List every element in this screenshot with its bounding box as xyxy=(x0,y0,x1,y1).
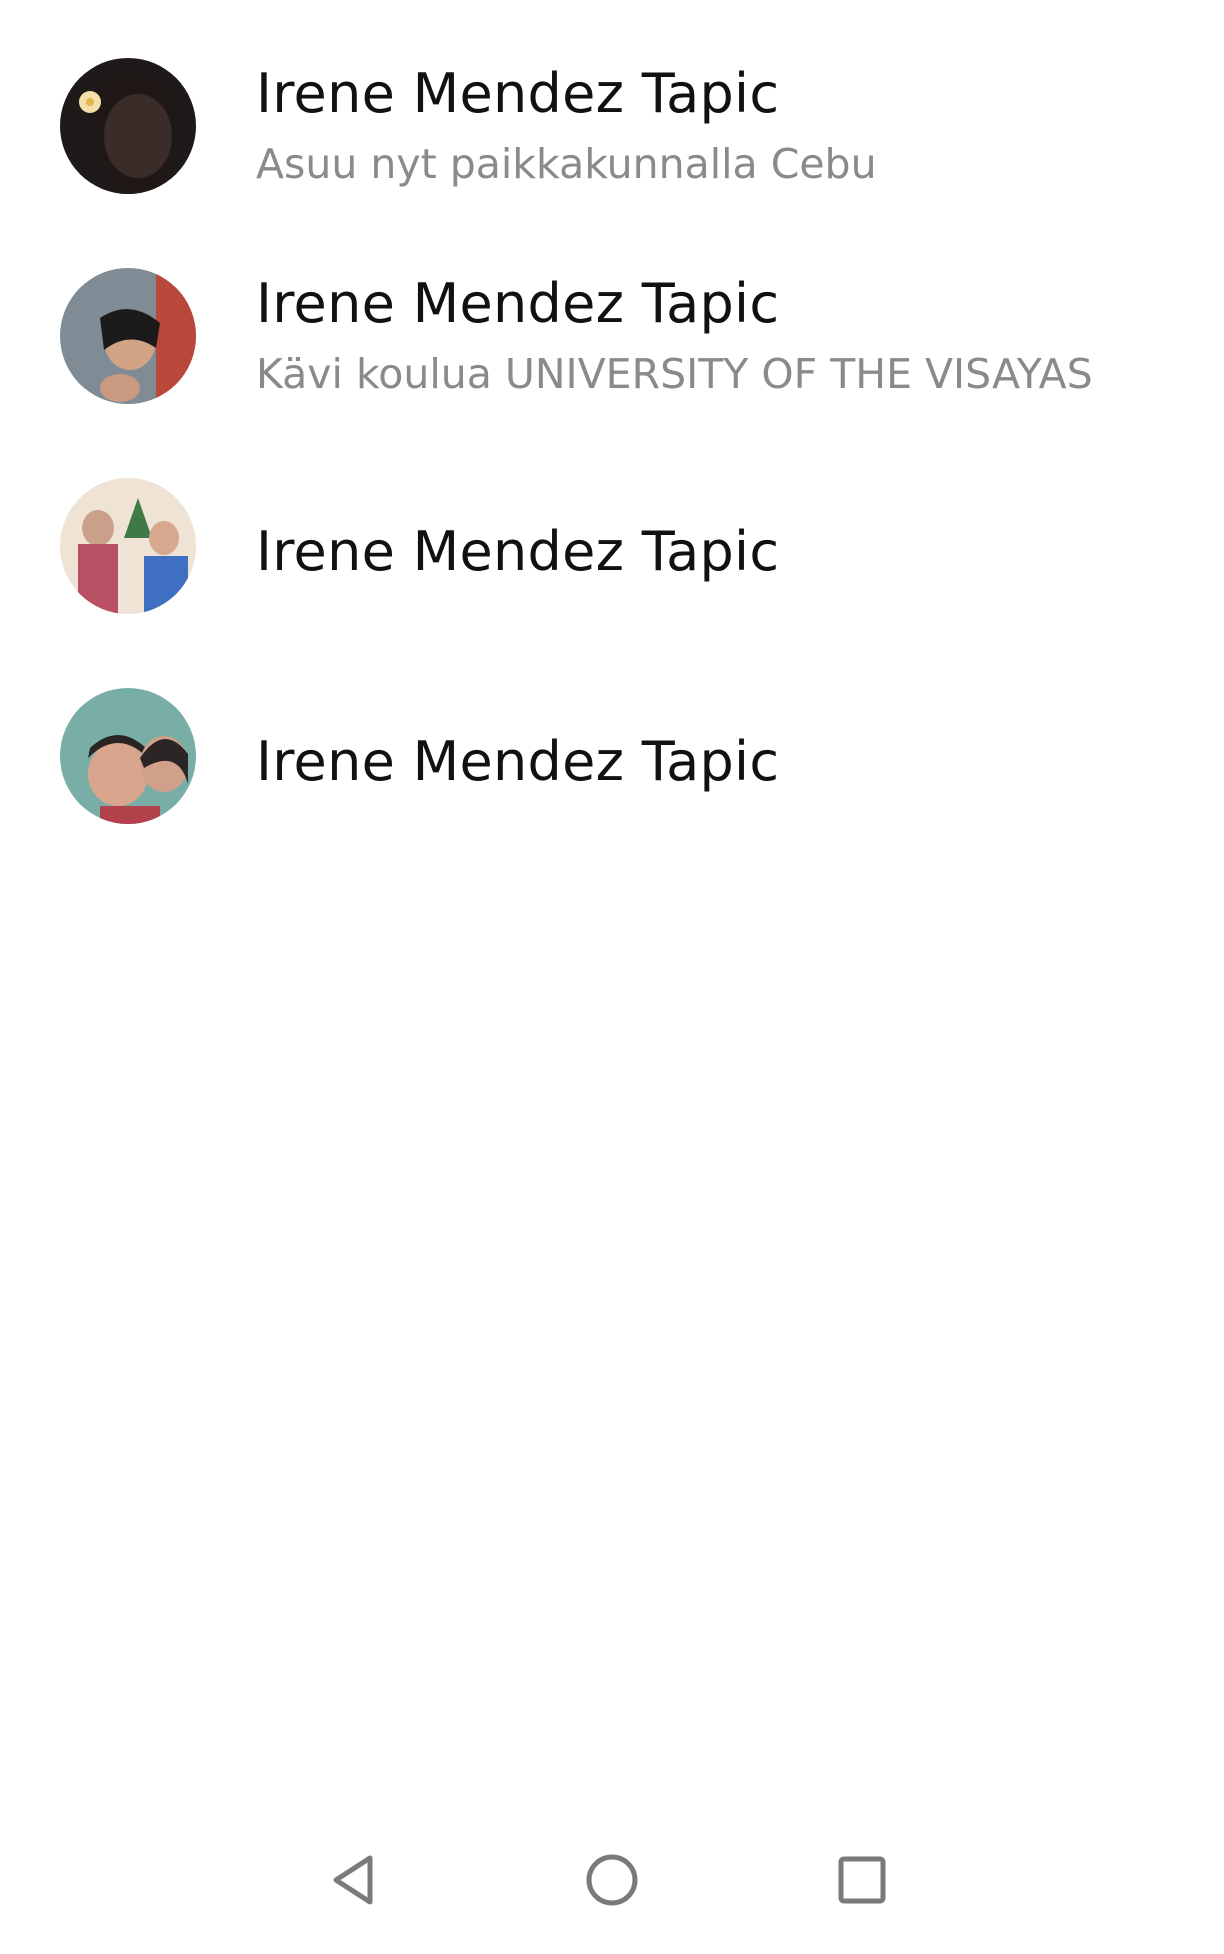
result-row[interactable]: Irene Mendez Tapic Asuu nyt paikkakunnal… xyxy=(0,0,1224,210)
result-name[interactable]: Irene Mendez Tapic xyxy=(256,520,779,583)
result-row[interactable]: Irene Mendez Tapic Kävi koulua UNIVERSIT… xyxy=(0,210,1224,420)
square-recents-icon xyxy=(838,1856,886,1904)
system-navigation-bar xyxy=(0,1806,1224,1954)
profile-avatar[interactable] xyxy=(60,58,196,194)
recents-button[interactable] xyxy=(812,1830,912,1930)
result-row[interactable]: Irene Mendez Tapic xyxy=(0,630,1224,840)
circle-home-icon xyxy=(586,1854,638,1906)
back-button[interactable] xyxy=(304,1830,404,1930)
home-button[interactable] xyxy=(562,1830,662,1930)
result-name[interactable]: Irene Mendez Tapic xyxy=(256,62,779,125)
result-name[interactable]: Irene Mendez Tapic xyxy=(256,730,779,793)
result-name[interactable]: Irene Mendez Tapic xyxy=(256,272,779,335)
profile-avatar[interactable] xyxy=(60,268,196,404)
avatar-image xyxy=(60,478,196,614)
profile-avatar[interactable] xyxy=(60,478,196,614)
result-subtitle: Asuu nyt paikkakunnalla Cebu xyxy=(256,140,877,188)
result-subtitle: Kävi koulua UNIVERSITY OF THE VISAYAS xyxy=(256,350,1093,398)
profile-avatar[interactable] xyxy=(60,688,196,824)
avatar-image xyxy=(60,58,196,194)
avatar-image xyxy=(60,268,196,404)
triangle-back-icon xyxy=(333,1855,373,1905)
avatar-image xyxy=(60,688,196,824)
result-row[interactable]: Irene Mendez Tapic xyxy=(0,420,1224,630)
